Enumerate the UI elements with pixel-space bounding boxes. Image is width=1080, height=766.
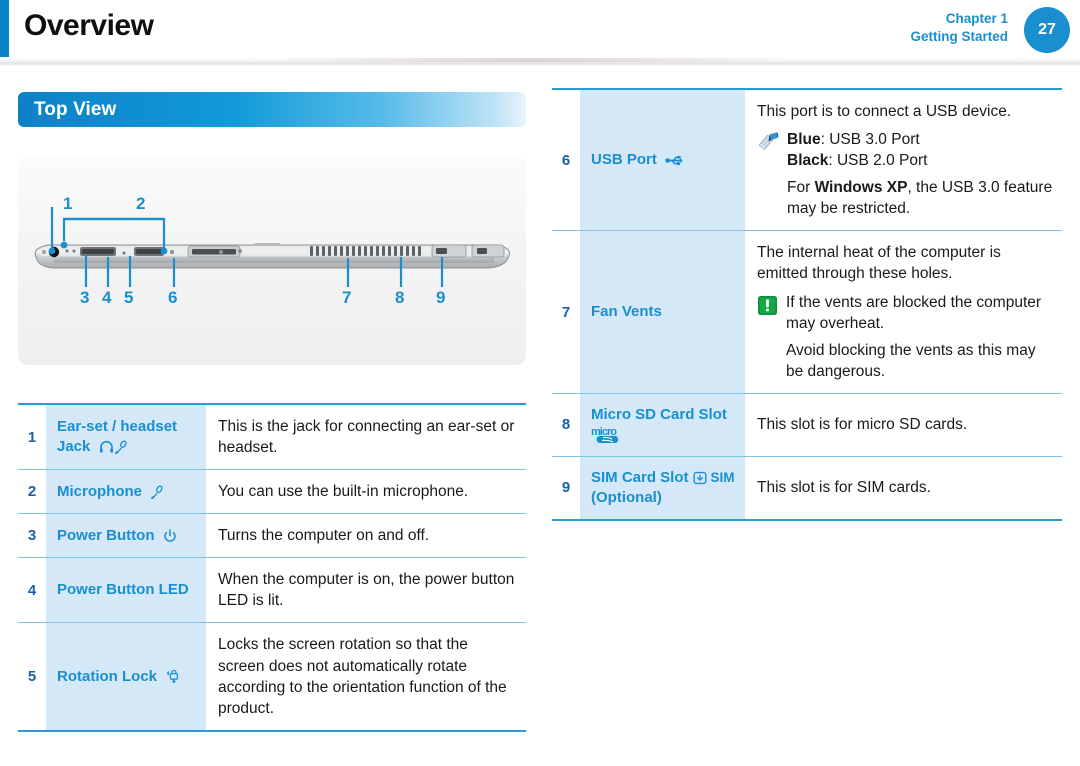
outro-bold: Windows XP xyxy=(814,179,908,197)
callout-6: 6 xyxy=(168,288,178,307)
row-label: Fan Vents xyxy=(580,230,745,394)
callout-3: 3 xyxy=(80,288,90,307)
power-icon xyxy=(163,529,177,543)
sim-card-slot-icon xyxy=(693,471,707,485)
row-label: USB Port xyxy=(580,89,745,231)
note-rest-blue: : USB 3.0 Port xyxy=(820,131,920,149)
micro-sd-logo-icon: micro xyxy=(591,425,627,445)
row-number: 3 xyxy=(18,513,46,558)
tablet-top-view-illustration xyxy=(34,207,510,287)
table-row: 1 Ear-set / headset Jack This is the jac… xyxy=(18,404,526,470)
row-description: Locks the screen rotation so that the sc… xyxy=(206,622,526,731)
row-label-text: Micro SD Card Slot xyxy=(591,405,727,423)
row-description: This port is to connect a USB device. Bl… xyxy=(745,89,1062,231)
chapter-number: Chapter 1 xyxy=(945,11,1008,26)
row-label: Microphone xyxy=(46,469,206,514)
row-number: 4 xyxy=(18,557,46,623)
row-label-text: Power Button xyxy=(57,526,155,544)
row-number: 8 xyxy=(552,393,580,457)
top-view-parts-table-right: 6 USB Port This port is to connect a USB… xyxy=(552,88,1062,521)
callout-8: 8 xyxy=(395,288,405,307)
warning-text-2: Avoid blocking the vents as this may be … xyxy=(786,341,1036,380)
note-callout: Blue: USB 3.0 Port Black: USB 2.0 Port xyxy=(757,129,1054,171)
callout-9: 9 xyxy=(436,288,446,307)
chapter-name: Getting Started xyxy=(910,28,1008,44)
note-rest-black: : USB 2.0 Port xyxy=(828,152,928,170)
callout-5: 5 xyxy=(124,288,134,307)
table-row: 3 Power Button Turns the computer on and… xyxy=(18,513,526,558)
row-label-text: SIM Card Slot xyxy=(591,468,689,486)
note-pencil-icon xyxy=(757,132,779,158)
row-label-text: Rotation Lock xyxy=(57,667,157,685)
row-description: This is the jack for connecting an ear-s… xyxy=(206,404,526,470)
callout-7: 7 xyxy=(342,288,352,307)
row-description: When the computer is on, the power butto… xyxy=(206,557,526,623)
page-header: Overview Chapter 1 Getting Started 27 xyxy=(0,0,1080,66)
headphone-icon xyxy=(99,440,114,454)
section-title: Top View xyxy=(34,98,117,120)
row-number: 2 xyxy=(18,469,46,514)
table-row: 6 USB Port This port is to connect a USB… xyxy=(552,89,1062,231)
row-number: 5 xyxy=(18,622,46,731)
row-label: SIM Card Slot SIM (Optional) xyxy=(580,456,745,520)
note-bold-blue: Blue xyxy=(787,131,821,149)
callout-1: 1 xyxy=(63,194,73,213)
header-accent-bar xyxy=(0,0,9,57)
usb-icon xyxy=(665,154,684,167)
row-label: Power Button xyxy=(46,513,206,558)
sim-badge-text: SIM xyxy=(710,469,735,485)
callout-4: 4 xyxy=(102,288,112,307)
row-label-text: Fan Vents xyxy=(591,303,662,321)
row-label-text: Power Button LED xyxy=(57,581,189,599)
manual-page: Overview Chapter 1 Getting Started 27 To… xyxy=(0,0,1080,766)
chapter-info: Chapter 1 Getting Started xyxy=(910,10,1008,46)
table-row: 2 Microphone You can use the built-in mi… xyxy=(18,469,526,514)
outro-pre: For xyxy=(787,179,815,197)
row-label-optional: (Optional) xyxy=(591,488,662,506)
microphone-icon xyxy=(150,485,164,499)
device-photo-panel: 1 2 3 4 5 6 7 8 9 xyxy=(18,157,526,365)
row-label: Ear-set / headset Jack xyxy=(46,404,206,470)
table-row: 4 Power Button LED When the computer is … xyxy=(18,557,526,623)
note-text: Blue: USB 3.0 Port Black: USB 2.0 Port xyxy=(787,129,1054,171)
table-row: 5 Rotation Lock Locks the screen rotatio… xyxy=(18,622,526,731)
row-number: 7 xyxy=(552,230,580,394)
row-description: This slot is for micro SD cards. xyxy=(745,393,1062,457)
description-intro: This port is to connect a USB device. xyxy=(757,103,1012,120)
table-row: 9 SIM Card Slot SIM (Optional) This slot … xyxy=(552,456,1062,520)
top-view-parts-table-left: 1 Ear-set / headset Jack This is the jac… xyxy=(18,403,526,732)
description-intro: The internal heat of the computer is emi… xyxy=(757,244,1001,283)
row-description: Turns the computer on and off. xyxy=(206,513,526,558)
row-label-text: Microphone xyxy=(57,482,142,500)
table-row: 8 Micro SD Card Slot micro This slot is … xyxy=(552,393,1062,457)
row-label: Power Button LED xyxy=(46,557,206,623)
callout-2: 2 xyxy=(136,194,146,213)
section-title-bar: Top View xyxy=(18,92,526,127)
microphone-icon xyxy=(114,440,128,455)
header-divider xyxy=(0,57,1080,66)
row-label: Micro SD Card Slot micro xyxy=(580,393,745,457)
description-outro: For Windows XP, the USB 3.0 feature may … xyxy=(757,177,1054,219)
row-description: This slot is for SIM cards. xyxy=(745,456,1062,520)
rotation-lock-icon xyxy=(165,668,182,684)
warning-exclamation-icon xyxy=(757,295,778,322)
row-number: 9 xyxy=(552,456,580,520)
row-number: 1 xyxy=(18,404,46,470)
page-number-badge: 27 xyxy=(1024,7,1070,53)
table-row: 7 Fan Vents The internal heat of the com… xyxy=(552,230,1062,394)
row-description: The internal heat of the computer is emi… xyxy=(745,230,1062,394)
row-label: Rotation Lock xyxy=(46,622,206,731)
note-bold-black: Black xyxy=(787,152,829,170)
row-description: You can use the built-in microphone. xyxy=(206,469,526,514)
row-label-text: USB Port xyxy=(591,151,657,169)
warning-text: If the vents are blocked the computer ma… xyxy=(786,293,1042,332)
row-number: 6 xyxy=(552,89,580,231)
warning-callout: If the vents are blocked the computer ma… xyxy=(757,292,1054,334)
page-title: Overview xyxy=(24,9,154,42)
